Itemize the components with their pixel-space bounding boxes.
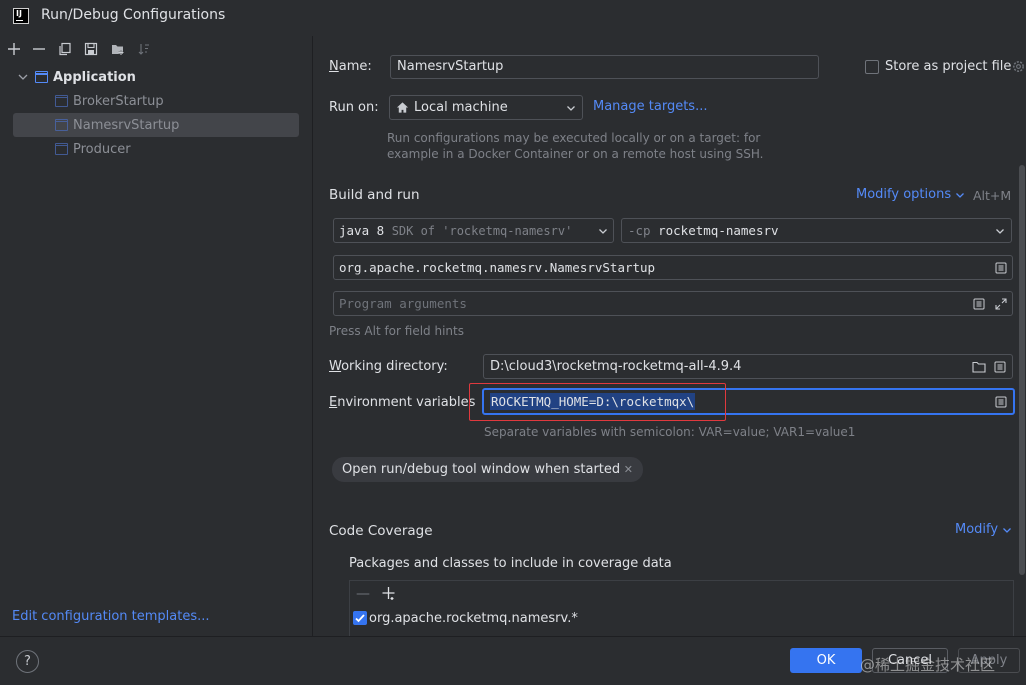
tree-item-brokerstartup[interactable]: BrokerStartup [13, 89, 299, 113]
new-folder-icon[interactable] [108, 39, 128, 59]
configurations-sidebar: Application BrokerStartup NamesrvStartup… [0, 36, 313, 636]
tree-item-label: NamesrvStartup [73, 117, 180, 133]
copy-icon[interactable] [55, 39, 75, 59]
tree-item-label: Producer [73, 141, 131, 157]
manage-targets-link[interactable]: Manage targets... [593, 99, 707, 114]
program-arguments-input[interactable]: Program arguments [333, 291, 1013, 316]
watermark-text: @稀土掘金技术社区 [860, 656, 996, 674]
tag-label: Open run/debug tool window when started [342, 462, 621, 477]
highlight-annotation-box [469, 383, 726, 421]
build-and-run-title: Build and run [329, 187, 420, 203]
browse-list-icon[interactable] [995, 262, 1007, 274]
tree-item-namesrvstartup[interactable]: NamesrvStartup [13, 113, 299, 137]
home-icon [396, 102, 409, 113]
modify-options-shortcut: Alt+M [973, 188, 1012, 203]
tree-item-label: Application [53, 69, 136, 85]
chevron-down-icon [1003, 527, 1012, 533]
coverage-item-checkbox[interactable] [353, 611, 367, 625]
chevron-down-icon [599, 228, 607, 234]
intellij-logo-icon: IJ [13, 8, 29, 24]
name-label: Name: [329, 59, 372, 74]
main-class-input[interactable]: org.apache.rocketmq.namesrv.NamesrvStart… [333, 255, 1013, 280]
tree-item-label: BrokerStartup [73, 93, 164, 109]
browse-list-icon[interactable] [994, 361, 1006, 373]
store-as-project-label: Store as project file [885, 59, 1012, 74]
field-hints-text: Press Alt for field hints [329, 324, 464, 338]
open-tool-window-tag[interactable]: Open run/debug tool window when started … [332, 457, 643, 482]
run-on-hint-line2: example in a Docker Container or on a re… [387, 147, 764, 161]
window-title: Run/Debug Configurations [41, 7, 226, 23]
chevron-down-icon [996, 228, 1004, 234]
config-icon [55, 95, 68, 107]
scrollbar[interactable] [1019, 165, 1025, 575]
cp-prefix: -cp [628, 223, 651, 238]
cp-value: rocketmq-namesrv [658, 223, 779, 238]
add-icon[interactable] [381, 586, 396, 601]
run-on-label: Run on: [329, 100, 379, 115]
sdk-dropdown[interactable]: java 8 SDK of 'rocketmq-namesrv' [333, 218, 614, 243]
remove-icon[interactable] [29, 39, 49, 59]
chevron-down-icon [956, 192, 965, 198]
save-icon[interactable] [81, 39, 101, 59]
folder-icon[interactable] [972, 361, 986, 373]
application-icon [35, 71, 48, 83]
expand-icon[interactable] [995, 297, 1007, 310]
browse-list-icon[interactable] [973, 298, 985, 310]
modify-label: Modify [955, 522, 999, 537]
environment-variables-label: Environment variables [329, 395, 476, 410]
sdk-hint: SDK of 'rocketmq-namesrv' [391, 224, 573, 238]
run-on-value: Local machine [414, 100, 508, 115]
remove-icon[interactable]: — [356, 586, 370, 602]
working-directory-input[interactable]: D:\cloud3\rocketmq-rocketmq-all-4.9.4 [483, 354, 1013, 379]
edit-templates-link[interactable]: Edit configuration templates... [12, 609, 210, 624]
sort-icon[interactable] [134, 39, 154, 59]
run-on-dropdown[interactable]: Local machine [389, 95, 583, 120]
sdk-main: java 8 [339, 223, 385, 238]
browse-list-icon[interactable] [995, 396, 1007, 408]
modify-options-label: Modify options [856, 187, 952, 202]
config-icon [55, 143, 68, 155]
gear-icon[interactable] [1011, 59, 1026, 74]
main-class-value: org.apache.rocketmq.namesrv.NamesrvStart… [339, 260, 656, 275]
environment-variables-hint: Separate variables with semicolon: VAR=v… [484, 425, 856, 439]
working-directory-label: Working directory: [329, 359, 448, 374]
classpath-dropdown[interactable]: -cp rocketmq-namesrv [621, 218, 1012, 243]
store-as-project-checkbox[interactable] [865, 60, 879, 74]
config-icon [55, 119, 68, 131]
help-button[interactable]: ? [16, 650, 39, 673]
coverage-list [349, 580, 1014, 636]
coverage-subtitle: Packages and classes to include in cover… [349, 556, 672, 571]
close-icon[interactable]: ✕ [624, 463, 633, 476]
name-value: NamesrvStartup [397, 59, 504, 74]
program-arguments-placeholder: Program arguments [339, 296, 467, 311]
chevron-down-icon[interactable] [17, 71, 29, 83]
modify-coverage-button[interactable]: Modify [955, 522, 1012, 537]
working-directory-value: D:\cloud3\rocketmq-rocketmq-all-4.9.4 [490, 359, 742, 374]
chevron-down-icon [567, 105, 575, 111]
run-on-hint-line1: Run configurations may be executed local… [387, 131, 761, 145]
tree-item-producer[interactable]: Producer [13, 137, 299, 161]
coverage-item-label: org.apache.rocketmq.namesrv.* [369, 611, 578, 626]
code-coverage-title: Code Coverage [329, 523, 433, 539]
modify-options-button[interactable]: Modify options [856, 187, 965, 202]
tree-item-application[interactable]: Application [13, 65, 299, 89]
ok-button[interactable]: OK [790, 648, 862, 673]
add-icon[interactable] [4, 39, 24, 59]
name-input[interactable]: NamesrvStartup [390, 55, 819, 79]
